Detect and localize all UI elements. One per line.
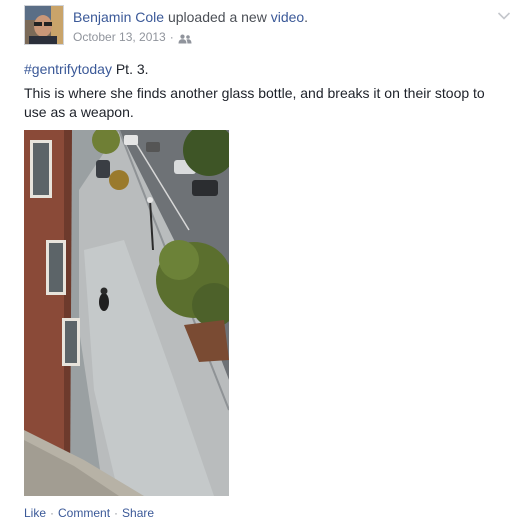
actions-separator: · bbox=[50, 506, 55, 520]
author-name-link[interactable]: Benjamin Cole bbox=[73, 9, 164, 25]
feed-post: Benjamin Cole uploaded a new video. Octo… bbox=[0, 0, 529, 529]
video-frame-image bbox=[24, 130, 229, 496]
chevron-down-icon[interactable] bbox=[497, 8, 511, 20]
post-meta: October 13, 2013 · bbox=[73, 29, 192, 45]
hashtag-suffix: Pt. 3. bbox=[111, 61, 149, 77]
video-link[interactable]: video bbox=[271, 9, 304, 25]
post-timestamp[interactable]: October 13, 2013 bbox=[73, 29, 166, 45]
share-link[interactable]: Share bbox=[122, 506, 154, 520]
video-thumbnail[interactable] bbox=[24, 130, 229, 496]
actions-separator: · bbox=[114, 506, 119, 520]
hashtag-link[interactable]: #gentrifytoday bbox=[24, 61, 112, 77]
post-hashtag-line: #gentrifytoday Pt. 3. bbox=[24, 60, 149, 78]
comment-link[interactable]: Comment bbox=[58, 506, 110, 520]
avatar-image bbox=[25, 6, 63, 44]
author-avatar[interactable] bbox=[24, 5, 64, 45]
action-text: uploaded a new bbox=[164, 9, 271, 25]
action-end: . bbox=[304, 9, 309, 25]
friends-icon[interactable] bbox=[178, 32, 192, 44]
meta-separator: · bbox=[169, 30, 174, 44]
post-header: Benjamin Cole uploaded a new video. bbox=[73, 8, 308, 26]
post-body-text: This is where she finds another glass bo… bbox=[24, 85, 485, 120]
post-actions: Like · Comment · Share bbox=[24, 505, 154, 521]
like-link[interactable]: Like bbox=[24, 506, 46, 520]
